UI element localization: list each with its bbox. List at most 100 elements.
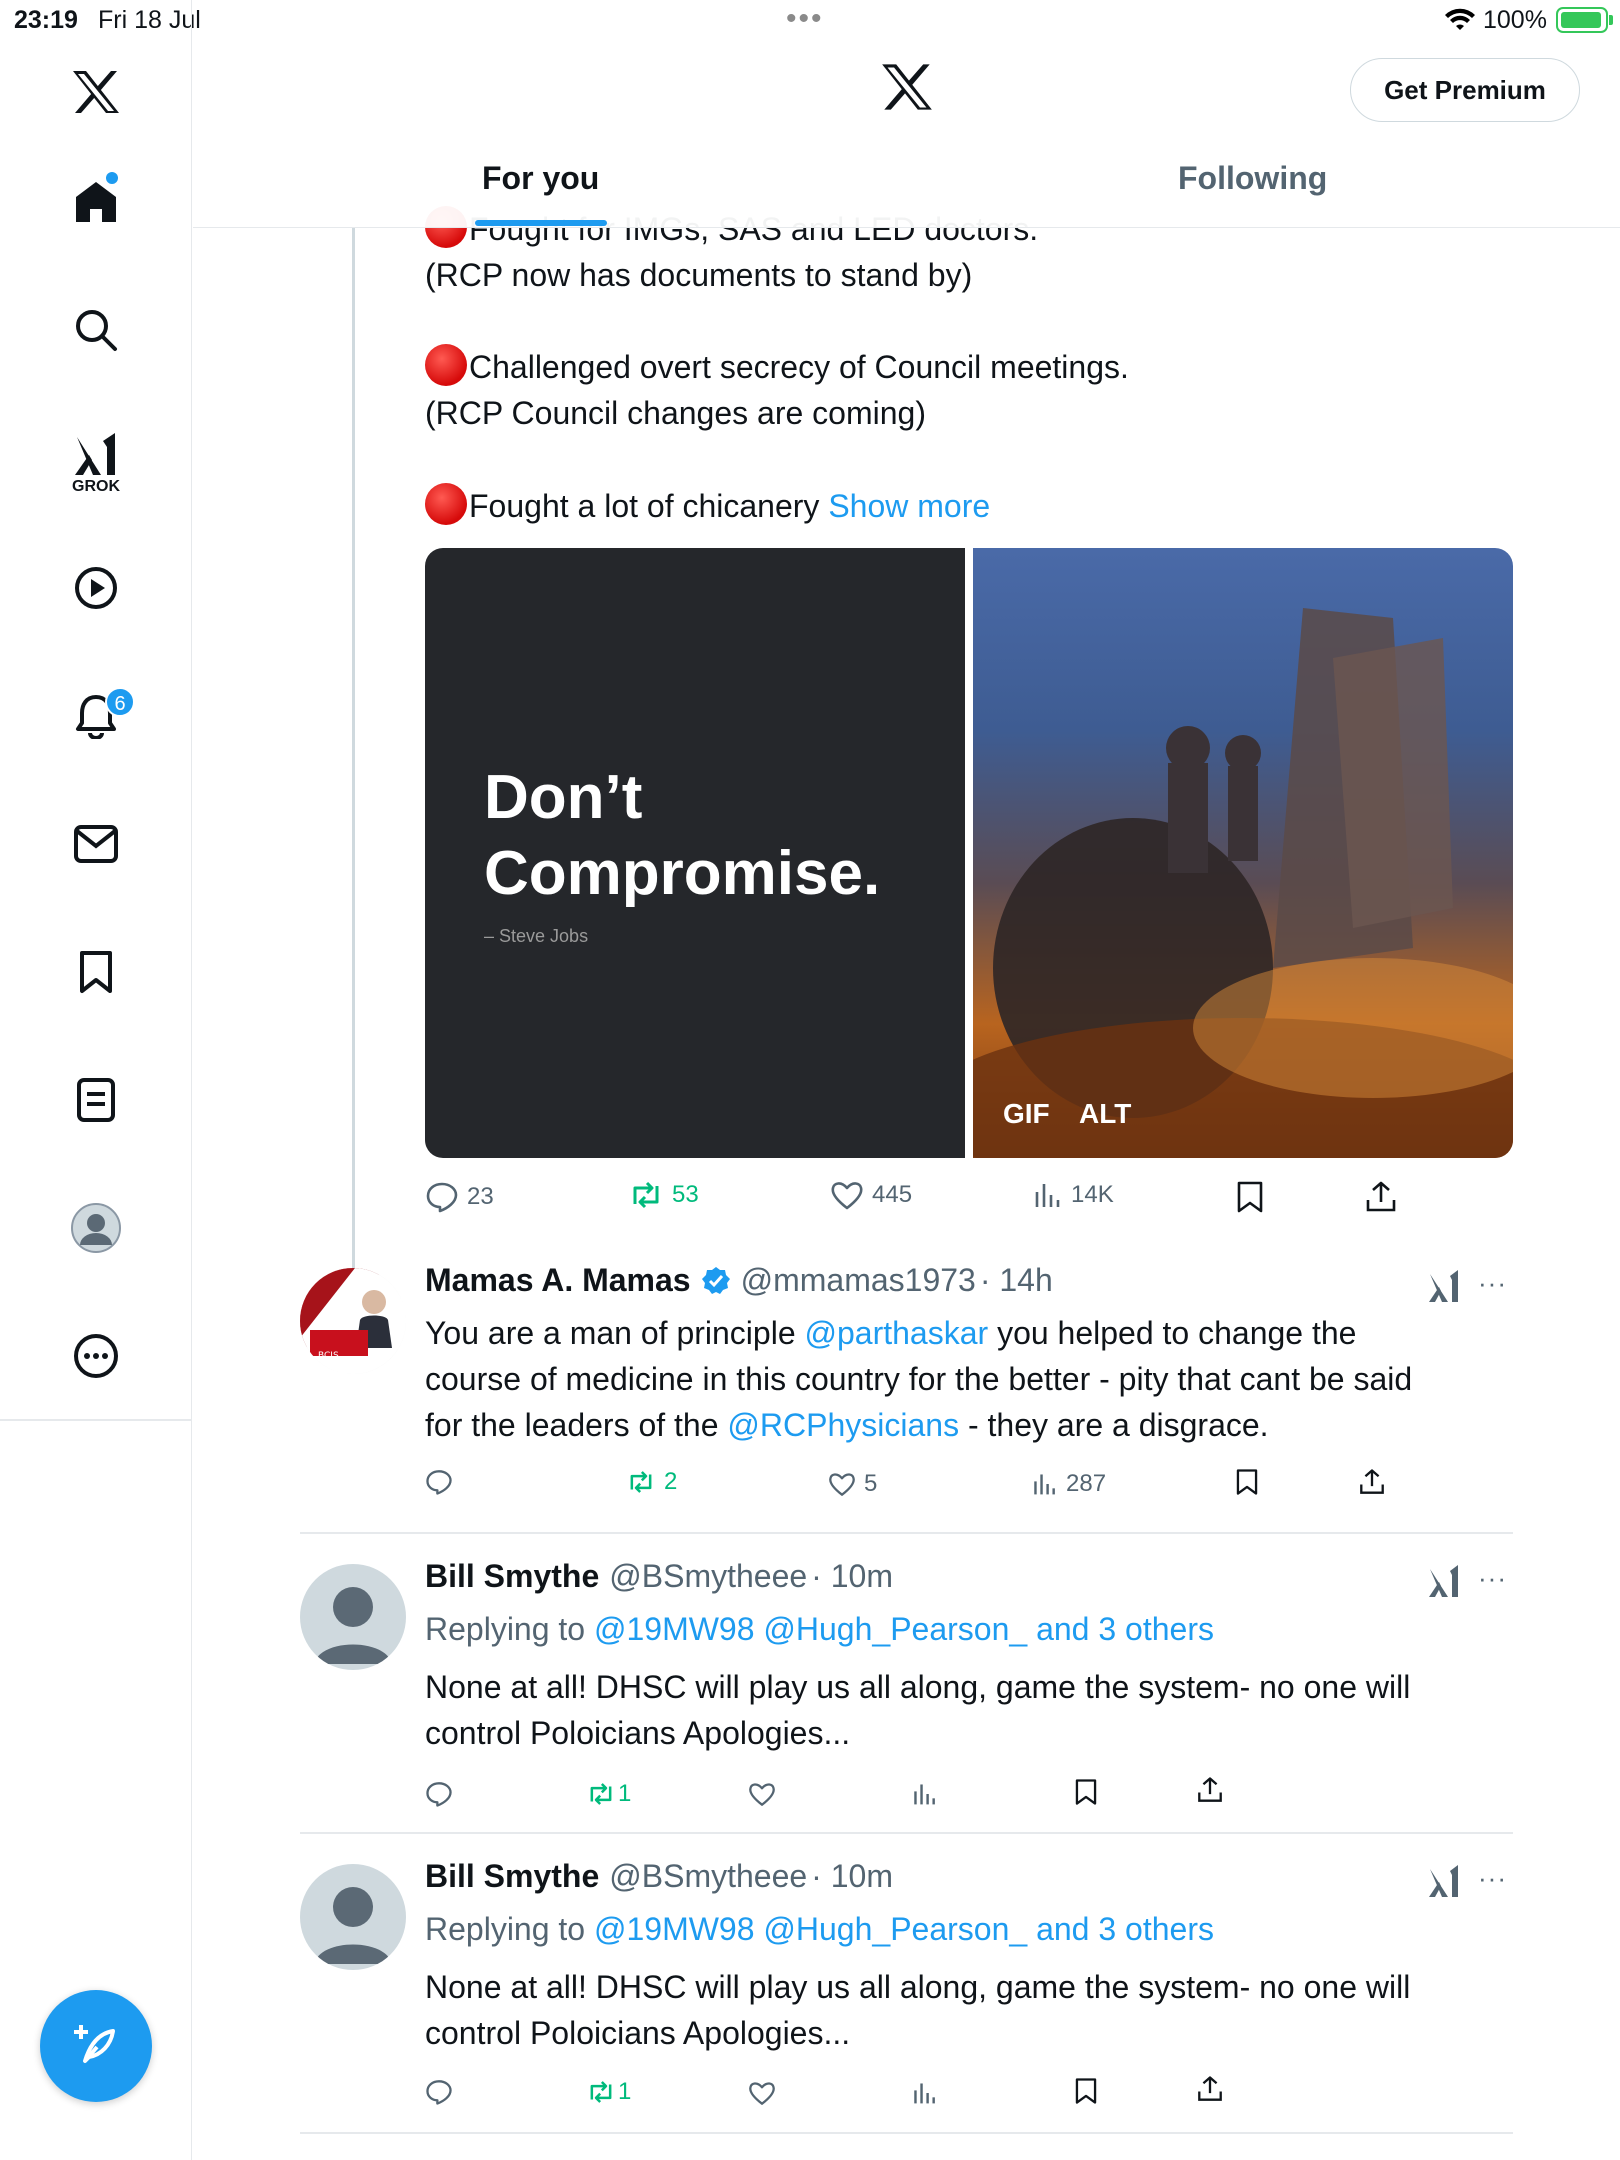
avatar[interactable] — [300, 1564, 406, 1670]
like-action[interactable]: 5 — [828, 1470, 877, 1498]
default-avatar-icon — [314, 1587, 392, 1664]
bookmarks-icon[interactable] — [66, 942, 126, 1002]
avatar-photo: BCIS — [300, 1268, 406, 1374]
share-icon — [1198, 2076, 1222, 2101]
tab-for-you[interactable]: For you — [482, 160, 599, 197]
post-more-icon[interactable]: ··· — [1478, 1563, 1507, 1594]
reply-icon — [426, 1470, 452, 1495]
profile-avatar-icon[interactable] — [66, 1198, 126, 1258]
bookmark-icon — [1075, 2078, 1097, 2104]
post-more-icon[interactable]: ··· — [1478, 1863, 1507, 1894]
thread-connector-line — [352, 228, 355, 1268]
bookmark-action[interactable] — [1074, 2077, 1098, 2105]
heart-icon — [831, 1182, 863, 1210]
heart-icon — [829, 1473, 855, 1496]
grok-explain-icon[interactable] — [1426, 1268, 1462, 1304]
heart-icon — [749, 1783, 775, 1806]
reply-icon — [426, 1182, 458, 1213]
like-action[interactable] — [748, 2080, 776, 2106]
search-icon[interactable] — [66, 300, 126, 360]
user-handle[interactable]: @BSmytheee — [609, 1558, 807, 1595]
user-handle[interactable]: @mmamas1973 — [741, 1262, 976, 1299]
battery-cap — [1609, 15, 1613, 25]
repost-count: 53 — [672, 1181, 699, 1208]
tab-following[interactable]: Following — [1178, 160, 1327, 197]
tweet-text-line: None at all! DHSC will play us all along… — [425, 1969, 1411, 2005]
reply-action[interactable]: 23 — [425, 1180, 494, 1214]
grok-label: GROK — [72, 478, 120, 495]
post-more-icon[interactable]: ··· — [1478, 1268, 1507, 1299]
wifi-icon — [1445, 8, 1475, 30]
replying-to-handles[interactable]: @19MW98 @Hugh_Pearson_ and 3 others — [594, 1611, 1214, 1647]
bookmark-action[interactable] — [1235, 1468, 1259, 1496]
reply-action[interactable] — [425, 2078, 453, 2106]
bookmark-action[interactable] — [1074, 1778, 1098, 1806]
tweet-line: Fought a lot of chicanery Show more — [425, 483, 990, 529]
bookmark-action[interactable] — [1236, 1180, 1264, 1214]
x-logo-icon[interactable] — [66, 62, 126, 122]
x-logo-header-icon[interactable] — [880, 62, 934, 117]
post-divider — [300, 1832, 1513, 1834]
views-action[interactable]: 287 — [1032, 1470, 1106, 1498]
like-action[interactable] — [748, 1781, 776, 1807]
show-more-link[interactable]: Show more — [828, 488, 990, 524]
post-time: · 10m — [811, 1858, 893, 1894]
default-avatar-icon — [314, 1887, 392, 1964]
share-action[interactable] — [1196, 2075, 1224, 2103]
repost-icon — [590, 1783, 612, 1805]
tweet-text-line: You are a man of principle @parthaskar y… — [425, 1315, 1357, 1351]
user-handle[interactable]: @BSmytheee — [609, 1858, 807, 1895]
grok-icon[interactable] — [66, 424, 126, 484]
views-bar-icon — [914, 2083, 935, 2104]
display-name[interactable]: Bill Smythe — [425, 1558, 599, 1595]
lists-icon[interactable] — [66, 1070, 126, 1130]
tweet-text-line: course of medicine in this country for t… — [425, 1361, 1413, 1397]
display-name[interactable]: Bill Smythe — [425, 1858, 599, 1895]
battery-percent: 100% — [1483, 6, 1547, 34]
replying-to-handles[interactable]: @19MW98 @Hugh_Pearson_ and 3 others — [594, 1911, 1214, 1947]
reply-action[interactable] — [425, 1468, 453, 1496]
repost-action[interactable]: 2 — [626, 1468, 677, 1496]
reply-action[interactable] — [425, 1780, 453, 1808]
compose-post-button[interactable] — [40, 1990, 152, 2102]
video-play-icon[interactable] — [66, 558, 126, 618]
battery-fill — [1561, 12, 1601, 28]
post-divider — [300, 1532, 1513, 1534]
messages-envelope-icon[interactable] — [66, 814, 126, 874]
tweet-text-line: None at all! DHSC will play us all along… — [425, 1669, 1411, 1705]
grok-explain-icon[interactable] — [1426, 1863, 1462, 1899]
share-action[interactable] — [1365, 1180, 1397, 1214]
mention-link[interactable]: @RCPhysicians — [727, 1407, 959, 1443]
share-action[interactable] — [1358, 1468, 1386, 1496]
grok-explain-icon[interactable] — [1426, 1563, 1462, 1599]
post-divider — [300, 2132, 1513, 2134]
media-gif[interactable] — [973, 548, 1513, 1158]
views-action[interactable] — [912, 2080, 938, 2106]
views-bar-icon — [1034, 1474, 1055, 1495]
repost-action[interactable]: 1 — [586, 2078, 631, 2106]
repost-action[interactable]: 1 — [586, 1780, 631, 1808]
share-icon — [1360, 1469, 1384, 1494]
views-bar-icon — [914, 1784, 935, 1805]
repost-count: 2 — [664, 1468, 678, 1495]
bookmark-icon — [1236, 1469, 1258, 1495]
active-tab-indicator — [475, 220, 607, 226]
multitask-dots[interactable]: ••• — [786, 2, 824, 36]
views-action[interactable]: 14K — [1033, 1180, 1114, 1210]
views-action[interactable] — [912, 1781, 938, 1807]
share-icon — [1366, 1181, 1396, 1212]
alt-text-badge[interactable]: ALT — [1079, 1098, 1131, 1130]
display-name[interactable]: Mamas A. Mamas — [425, 1262, 691, 1299]
share-action[interactable] — [1196, 1776, 1224, 1804]
views-count: 14K — [1071, 1181, 1114, 1208]
avatar[interactable] — [300, 1864, 406, 1970]
get-premium-button[interactable]: Get Premium — [1350, 58, 1580, 122]
quote-image-caption: – Steve Jobs — [484, 926, 589, 946]
reply-count: 23 — [467, 1183, 494, 1210]
repost-action[interactable]: 53 — [628, 1180, 699, 1210]
mention-link[interactable]: @parthaskar — [805, 1315, 989, 1351]
more-options-icon[interactable] — [66, 1326, 126, 1386]
like-action[interactable]: 445 — [830, 1180, 912, 1210]
avatar[interactable]: BCIS — [300, 1268, 406, 1374]
gif-badge: GIF — [1003, 1098, 1050, 1129]
